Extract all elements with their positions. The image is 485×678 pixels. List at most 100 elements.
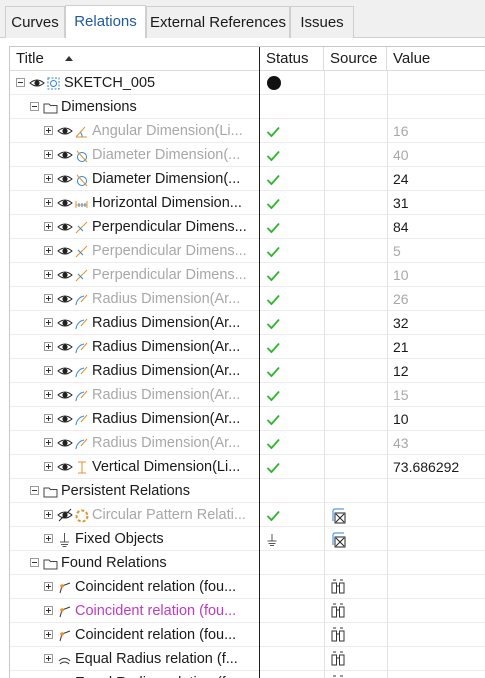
tree-item-row[interactable]: Radius Dimension(Ar... 21 bbox=[10, 335, 485, 359]
expand-toggle[interactable] bbox=[44, 294, 53, 303]
visibility-eye-icon[interactable] bbox=[57, 124, 73, 138]
expand-toggle[interactable] bbox=[44, 270, 53, 279]
expand-toggle[interactable] bbox=[44, 150, 53, 159]
collapse-toggle[interactable] bbox=[30, 558, 39, 567]
expand-toggle[interactable] bbox=[44, 534, 53, 543]
expand-toggle[interactable] bbox=[44, 174, 53, 183]
visibility-eye-icon[interactable] bbox=[57, 292, 73, 306]
expand-toggle[interactable] bbox=[44, 222, 53, 231]
visibility-eye-icon[interactable] bbox=[57, 364, 73, 378]
tree-item-row[interactable]: Radius Dimension(Ar... 10 bbox=[10, 407, 485, 431]
expand-toggle[interactable] bbox=[44, 630, 53, 639]
row-value: 26 bbox=[393, 291, 409, 307]
expand-toggle[interactable] bbox=[44, 582, 53, 591]
visibility-eye-icon[interactable] bbox=[57, 412, 73, 426]
tree-item-row[interactable]: Perpendicular Dimens... 84 bbox=[10, 215, 485, 239]
tree-item-row[interactable]: Radius Dimension(Ar... 32 bbox=[10, 311, 485, 335]
status-cell bbox=[264, 359, 284, 383]
expand-toggle[interactable] bbox=[44, 390, 53, 399]
tree-item-row[interactable]: Radius Dimension(Ar... 12 bbox=[10, 359, 485, 383]
radius-dimension-icon bbox=[75, 390, 88, 402]
visibility-eye-icon[interactable] bbox=[57, 172, 73, 186]
collapse-toggle[interactable] bbox=[30, 486, 39, 495]
expand-toggle[interactable] bbox=[44, 462, 53, 471]
tab-curves[interactable]: Curves bbox=[5, 6, 65, 38]
source-cell[interactable] bbox=[328, 599, 352, 623]
fixed-icon bbox=[60, 533, 69, 547]
visibility-eye-icon[interactable] bbox=[57, 220, 73, 234]
tree-item-row[interactable]: Radius Dimension(Ar... 15 bbox=[10, 383, 485, 407]
status-ok-check-icon bbox=[266, 414, 280, 426]
expand-toggle[interactable] bbox=[44, 366, 53, 375]
tree-item-row[interactable]: Circular Pattern Relati... bbox=[10, 503, 485, 527]
source-cell[interactable] bbox=[328, 671, 352, 678]
row-title: Dimensions bbox=[61, 99, 137, 115]
tree-group-row[interactable]: Persistent Relations bbox=[10, 479, 485, 503]
expand-toggle[interactable] bbox=[44, 198, 53, 207]
status-ok-check-icon bbox=[266, 294, 280, 306]
expand-toggle[interactable] bbox=[44, 342, 53, 351]
tree-item-row[interactable]: Coincident relation (fou... bbox=[10, 599, 485, 623]
visibility-eye-icon[interactable] bbox=[57, 148, 73, 162]
visibility-eye-icon[interactable] bbox=[57, 268, 73, 282]
expand-toggle[interactable] bbox=[44, 438, 53, 447]
tree-item-row[interactable]: Diameter Dimension(... 24 bbox=[10, 167, 485, 191]
status-ok-check-icon bbox=[266, 246, 280, 258]
visibility-eye-icon[interactable] bbox=[29, 76, 45, 90]
tree-item-row[interactable]: Perpendicular Dimens... 10 bbox=[10, 263, 485, 287]
column-value[interactable]: Value bbox=[387, 47, 485, 71]
expand-toggle[interactable] bbox=[44, 654, 53, 663]
tree-item-row[interactable]: Diameter Dimension(... 40 bbox=[10, 143, 485, 167]
visibility-eye-icon[interactable] bbox=[57, 460, 73, 474]
tree-item-row[interactable]: Coincident relation (fou... bbox=[10, 575, 485, 599]
column-title[interactable]: Title bbox=[10, 47, 260, 71]
tab-relations[interactable]: Relations bbox=[65, 5, 146, 38]
tree-item-row[interactable]: Radius Dimension(Ar... 43 bbox=[10, 431, 485, 455]
tree-item-row[interactable]: Fixed Objects bbox=[10, 527, 485, 551]
status-ok-check-icon bbox=[266, 270, 280, 282]
visibility-off-icon[interactable] bbox=[57, 508, 73, 522]
status-ok-check-icon bbox=[266, 510, 280, 522]
status-cell bbox=[264, 239, 284, 263]
expand-toggle[interactable] bbox=[44, 246, 53, 255]
coincident-icon bbox=[59, 630, 71, 642]
tree-item-row[interactable]: Equal Radius relation (f... bbox=[10, 647, 485, 671]
column-source[interactable]: Source bbox=[324, 47, 387, 71]
source-cell[interactable] bbox=[328, 575, 352, 599]
tree-item-row[interactable]: Horizontal Dimension... 31 bbox=[10, 191, 485, 215]
expand-toggle[interactable] bbox=[44, 318, 53, 327]
tree-item-row[interactable]: Equal Radius relation (f... bbox=[10, 671, 485, 678]
tree-item-row[interactable]: Vertical Dimension(Li... 73.686292 bbox=[10, 455, 485, 479]
column-status[interactable]: Status bbox=[260, 47, 324, 71]
source-cell[interactable] bbox=[328, 527, 352, 551]
expand-toggle[interactable] bbox=[44, 414, 53, 423]
tree-root-row[interactable]: SKETCH_005 bbox=[10, 71, 485, 95]
visibility-eye-icon[interactable] bbox=[57, 316, 73, 330]
source-cell[interactable] bbox=[328, 623, 352, 647]
tree-item-row[interactable]: Coincident relation (fou... bbox=[10, 623, 485, 647]
source-cell[interactable] bbox=[328, 647, 352, 671]
tab-external-references[interactable]: External References bbox=[146, 6, 290, 38]
row-title: Radius Dimension(Ar... bbox=[92, 363, 241, 379]
collapse-toggle[interactable] bbox=[16, 78, 25, 87]
collapse-toggle[interactable] bbox=[30, 102, 39, 111]
tree-item-row[interactable]: Radius Dimension(Ar... 26 bbox=[10, 287, 485, 311]
expand-toggle[interactable] bbox=[44, 510, 53, 519]
tree-item-row[interactable]: Angular Dimension(Li... 16 bbox=[10, 119, 485, 143]
tab-issues[interactable]: Issues bbox=[290, 6, 354, 38]
expand-toggle[interactable] bbox=[44, 606, 53, 615]
visibility-eye-icon[interactable] bbox=[57, 388, 73, 402]
expand-toggle[interactable] bbox=[44, 126, 53, 135]
visibility-eye-icon[interactable] bbox=[57, 244, 73, 258]
tree-item-row[interactable]: Perpendicular Dimens... 5 bbox=[10, 239, 485, 263]
row-value: 10 bbox=[393, 411, 409, 427]
tree-group-row[interactable]: Found Relations bbox=[10, 551, 485, 575]
row-title: Radius Dimension(Ar... bbox=[92, 435, 241, 451]
source-cell[interactable] bbox=[328, 503, 352, 527]
tree-group-row[interactable]: Dimensions bbox=[10, 95, 485, 119]
row-value: 40 bbox=[393, 147, 409, 163]
visibility-eye-icon[interactable] bbox=[57, 436, 73, 450]
title-status-divider[interactable] bbox=[259, 47, 260, 678]
visibility-eye-icon[interactable] bbox=[57, 340, 73, 354]
visibility-eye-icon[interactable] bbox=[57, 196, 73, 210]
